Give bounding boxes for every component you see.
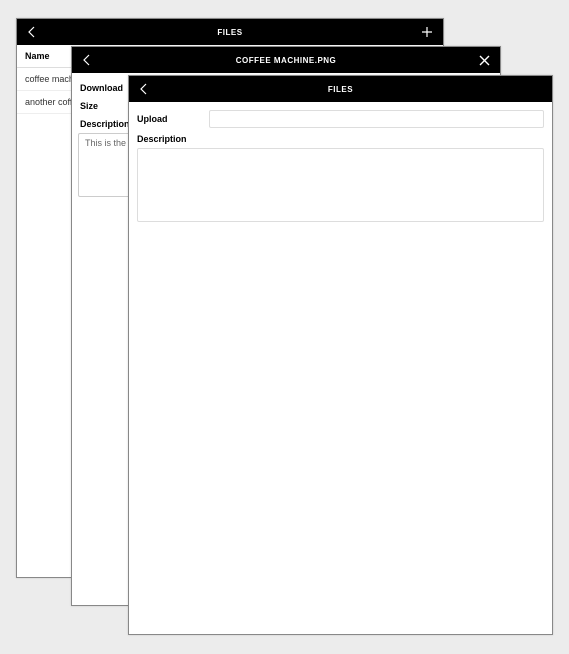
upload-input[interactable] [209, 110, 544, 128]
window-title: FILES [17, 28, 443, 37]
back-icon[interactable] [82, 54, 92, 66]
description-textarea[interactable] [137, 148, 544, 222]
description-label: Description [137, 134, 544, 144]
upload-label: Upload [137, 114, 209, 124]
window-body: Upload Description [129, 102, 552, 634]
description-text: This is the fi [85, 138, 133, 148]
titlebar: FILES [129, 76, 552, 102]
titlebar: COFFEE MACHINE.PNG [72, 47, 500, 73]
window-title: FILES [129, 85, 552, 94]
back-icon[interactable] [27, 26, 37, 38]
add-icon[interactable] [421, 26, 433, 38]
window-title: COFFEE MACHINE.PNG [72, 56, 500, 65]
upload-row: Upload [137, 110, 544, 128]
upload-window: FILES Upload Description [128, 75, 553, 635]
close-icon[interactable] [479, 55, 490, 66]
titlebar: FILES [17, 19, 443, 45]
back-icon[interactable] [139, 83, 149, 95]
description-group: Description [137, 134, 544, 222]
